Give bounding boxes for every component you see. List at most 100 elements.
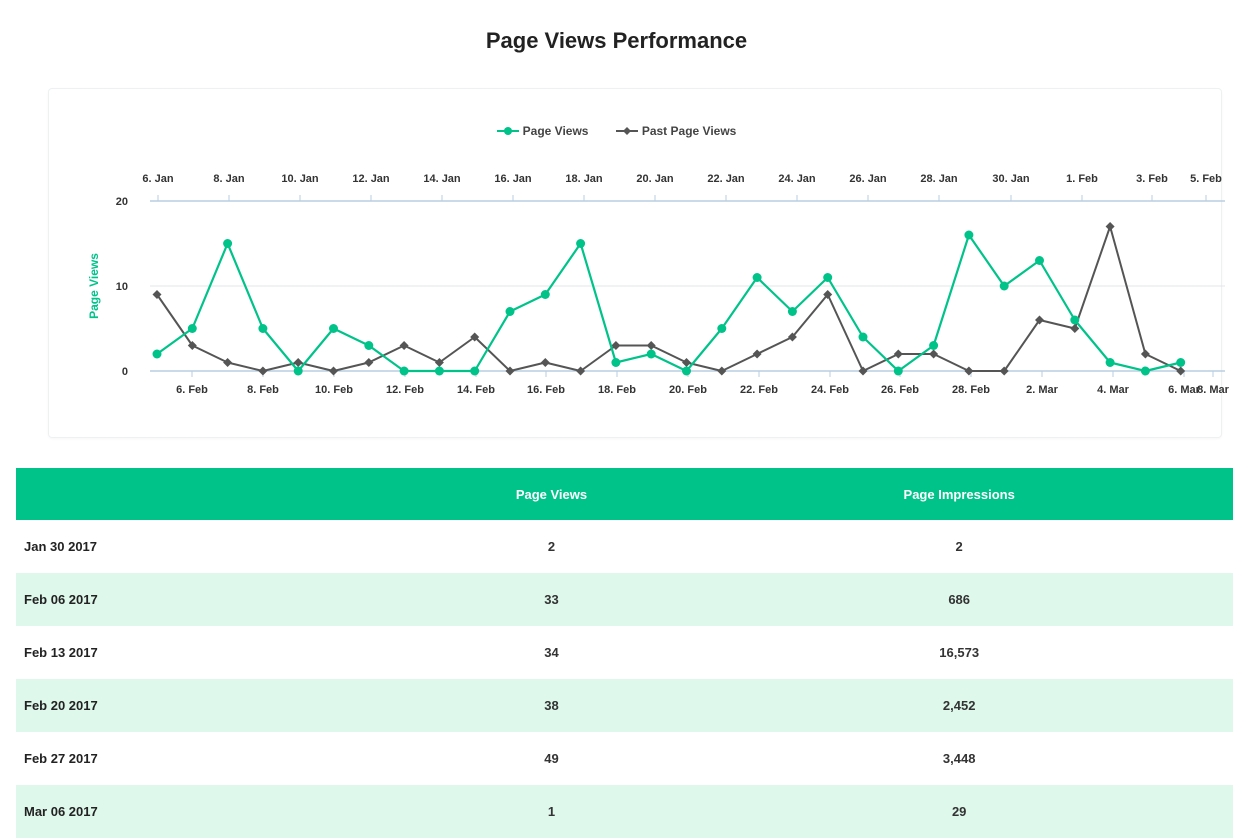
data-point-page-views [1035,256,1044,265]
y-tick-label: 10 [116,281,128,293]
data-point-past-page-views [752,349,762,359]
header-date [16,468,418,520]
data-point-page-views [858,332,868,342]
data-point-past-page-views [1140,349,1150,359]
data-point-past-page-views [329,366,338,376]
bottom-axis-label: 14. Feb [457,384,495,396]
data-point-page-views [1105,358,1115,367]
row-page-views: 33 [544,592,559,607]
data-point-past-page-views [964,366,974,376]
data-point-page-views [787,307,797,316]
data-point-page-views [823,273,833,282]
row-page-impressions: 3,448 [942,751,976,766]
data-point-page-views [223,239,233,248]
data-point-page-views [399,366,409,376]
data-point-page-views [893,366,903,376]
bottom-axis-label: 6. Mar [1168,384,1201,396]
bottom-axis-label: 6. Feb [176,384,208,396]
table-row: Feb 06 2017 33 686 [16,573,1233,626]
bottom-axis-label: 26. Feb [881,384,919,396]
top-axis-label: 18. Jan [565,173,603,185]
table-row: Mar 06 2017 1 29 [16,785,1233,838]
table-header-row: Page Views Page Impressions [16,468,1233,520]
table-row: Feb 27 2017 49 3,448 [16,732,1233,785]
bottom-axis-label: 12. Feb [386,384,424,396]
top-axis-label: 6. Jan [142,173,173,185]
row-date: Feb 06 2017 [24,592,98,607]
data-point-page-views [187,324,197,333]
row-page-impressions: 2 [955,539,963,554]
top-axis-label: 1. Feb [1066,173,1098,185]
row-date: Feb 13 2017 [24,645,98,660]
bottom-axis-label: 16. Feb [527,384,565,396]
row-page-impressions: 16,573 [939,645,980,660]
top-axis-label: 20. Jan [636,173,674,185]
top-axis-label: 8. Jan [213,173,244,185]
data-point-past-page-views [646,341,656,350]
data-point-page-views [964,230,974,240]
row-page-views: 49 [544,751,559,766]
data-point-page-views [611,358,621,367]
data-point-page-views [752,273,762,282]
table-row: Feb 20 2017 38 2,452 [16,679,1233,732]
data-point-page-views [999,281,1009,291]
data-point-page-views [1070,315,1080,325]
bottom-axis-label: 8. Feb [247,384,279,396]
bottom-axis-label: 20. Feb [669,384,707,396]
line-chart: 0 10 20 Page Views 6. Jan 8. Jan 10. Jan 12. Ja… [87,173,1230,396]
table-row: Feb 13 2017 34 16,573 [16,626,1233,679]
top-axis-label: 5. Feb [1190,173,1222,185]
data-point-page-views [329,324,338,333]
row-page-impressions: 29 [951,804,967,819]
data-point-page-views [682,366,691,376]
page-views-table: Page Views Page Impressions Jan 30 2017 … [16,468,1233,838]
row-date: Jan 30 2017 [24,539,98,554]
data-point-past-page-views [929,349,939,359]
data-point-past-page-views [364,358,374,367]
top-axis-label: 3. Feb [1136,173,1168,185]
data-point-page-views [434,366,444,376]
row-page-impressions: 2,452 [942,698,976,713]
data-point-page-views [293,366,303,376]
bottom-axis-label: 2. Mar [1026,384,1059,396]
table-row: Jan 30 2017 2 2 [16,520,1233,573]
data-point-page-views [258,324,268,333]
top-axis-label: 28. Jan [920,173,958,185]
top-axis-label: 10. Jan [281,173,319,185]
y-tick-label: 20 [116,196,128,208]
data-point-page-views [505,307,515,316]
header-page-views: Page Views [515,486,588,502]
top-axis-label: 12. Jan [352,173,390,185]
top-axis-label: 14. Jan [423,173,461,185]
bottom-axis-label: 24. Feb [811,384,849,396]
y-tick-label: 0 [122,366,128,378]
top-axis-label: 26. Jan [849,173,887,185]
data-point-page-views [929,341,939,350]
data-point-page-views [364,341,374,350]
row-date: Feb 27 2017 [24,751,98,766]
top-axis-label: 30. Jan [992,173,1030,185]
data-point-past-page-views [858,366,868,376]
data-point-page-views [576,239,586,248]
row-page-views: 1 [547,804,556,819]
row-date: Mar 06 2017 [24,804,98,819]
row-date: Feb 20 2017 [24,698,98,713]
bottom-axis-label: 22. Feb [740,384,778,396]
y-axis-title: Page Views [87,253,101,319]
row-page-views: 2 [547,539,556,554]
data-point-past-page-views [893,349,903,359]
top-axis-label: 16. Jan [494,173,532,185]
bottom-axis-label: 8. Mar [1197,384,1230,396]
data-point-page-views [646,349,656,359]
top-axis-label: 22. Jan [707,173,745,185]
series-line-page-views [156,233,1181,373]
data-point-page-views [152,349,162,359]
data-point-past-page-views [399,341,409,350]
bottom-axis-label: 10. Feb [315,384,353,396]
row-page-views: 34 [544,645,559,660]
data-point-past-page-views [1105,222,1115,231]
data-point-past-page-views [223,358,233,367]
data-point-page-views [470,366,480,376]
bottom-axis-label: 28. Feb [952,384,990,396]
data-point-page-views [540,290,550,299]
